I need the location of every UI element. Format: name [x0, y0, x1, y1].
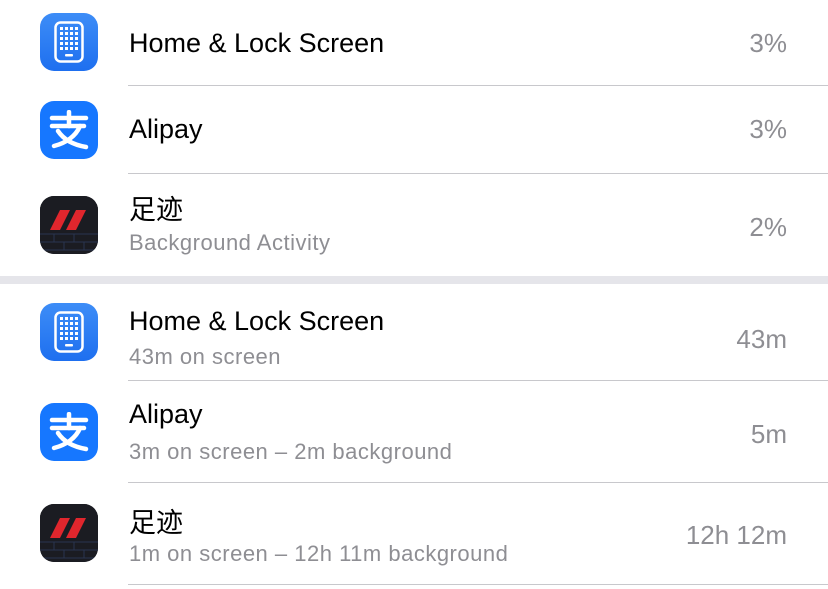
- app-subtitle: Background Activity: [129, 230, 331, 255]
- alipay-icon: [40, 403, 98, 461]
- app-subtitle: 43m on screen: [129, 344, 282, 369]
- footprint-app-icon: [40, 504, 98, 562]
- app-name: Home & Lock Screen: [129, 28, 385, 58]
- battery-percentage: 3%: [749, 28, 787, 58]
- app-name: 足迹: [129, 508, 183, 538]
- section-separator: [0, 276, 828, 284]
- app-name: Alipay: [129, 114, 203, 144]
- app-name: Alipay: [129, 399, 203, 429]
- app-subtitle: 3m on screen – 2m background: [129, 439, 453, 464]
- app-name: Home & Lock Screen: [129, 306, 385, 336]
- app-row-footprint[interactable]: 足迹 Background Activity 2%: [0, 174, 828, 276]
- activity-row-home-lock-screen[interactable]: Home & Lock Screen 43m on screen 43m: [0, 284, 828, 381]
- activity-duration: 43m: [736, 324, 787, 354]
- activity-duration: 12h 12m: [685, 520, 787, 550]
- app-subtitle: 1m on screen – 12h 11m background: [129, 541, 509, 566]
- home-screen-icon: [40, 13, 98, 71]
- activity-row-alipay[interactable]: Alipay 3m on screen – 2m background 5m: [0, 381, 828, 483]
- row-divider: [128, 584, 828, 585]
- battery-usage-list: Home & Lock Screen 3% Alipay 3% 足迹 Backg…: [0, 0, 828, 587]
- app-row-home-lock-screen[interactable]: Home & Lock Screen 3%: [0, 0, 828, 86]
- activity-row-footprint[interactable]: 足迹 1m on screen – 12h 11m background 12h…: [0, 483, 828, 587]
- footprint-app-icon: [40, 196, 98, 254]
- battery-percentage: 2%: [749, 212, 787, 242]
- activity-duration: 5m: [750, 419, 787, 449]
- battery-percentage: 3%: [749, 114, 787, 144]
- alipay-icon: [40, 101, 98, 159]
- app-name: 足迹: [129, 195, 183, 225]
- app-row-alipay[interactable]: Alipay 3%: [0, 86, 828, 174]
- home-screen-icon: [40, 303, 98, 361]
